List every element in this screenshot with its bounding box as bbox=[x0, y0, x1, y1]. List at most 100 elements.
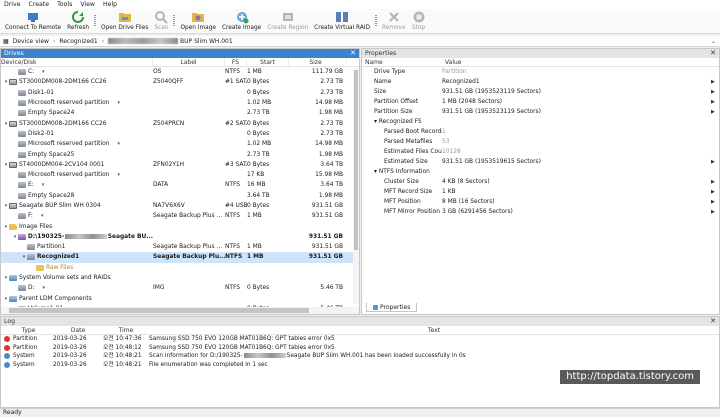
property-row[interactable]: MFT Mirror Position 3 GB (6291456 Sectors… bbox=[362, 207, 719, 217]
drives-vertical-scrollbar[interactable] bbox=[353, 68, 359, 304]
chevron-right-icon[interactable]: ▶ bbox=[711, 197, 719, 207]
property-group[interactable]: ▾ NTFS Information bbox=[362, 167, 719, 177]
drive-row[interactable]: ▾ System Volume sets and RAIDs bbox=[1, 273, 359, 283]
log-row[interactable]: System 2019-03-26 오전 10:48:21 Scan informat… bbox=[1, 352, 719, 361]
property-row[interactable]: Estimated Files Count 10128 bbox=[362, 147, 719, 157]
close-icon[interactable]: ✕ bbox=[710, 317, 716, 326]
property-row[interactable]: Drive Type Partition bbox=[362, 67, 719, 77]
properties-tab[interactable]: Properties bbox=[366, 303, 418, 312]
log-row[interactable]: System 2019-03-26 오전 10:48:21 File enumerat… bbox=[1, 361, 719, 370]
drive-row[interactable]: ▾ Recognized1 Seagate Backup Plu... NTFS 1 M… bbox=[1, 252, 359, 263]
drive-row[interactable]: Disk2-01 0 Bytes 2.73 TB bbox=[1, 129, 359, 139]
drive-name: System Volume sets and RAIDs bbox=[19, 275, 111, 282]
property-row[interactable]: Partition Offset 1 MB (2048 Sectors) ▶ bbox=[362, 97, 719, 107]
log-col-text[interactable]: Text bbox=[149, 326, 719, 334]
property-row[interactable]: Estimated Size 931.51 GB (1953519615 Sect… bbox=[362, 157, 719, 167]
chevron-down-icon[interactable]: ▾ bbox=[42, 180, 45, 190]
menu-item-tools[interactable]: Tools bbox=[53, 0, 76, 9]
chevron-down-icon[interactable]: ▾ bbox=[43, 283, 46, 293]
close-icon[interactable]: ✕ bbox=[350, 49, 356, 58]
properties-col-value[interactable]: Value bbox=[442, 58, 461, 66]
toolbar-button-connect-to-remote[interactable]: Connect To Remote bbox=[2, 9, 64, 33]
toolbar-button-refresh[interactable]: Refresh bbox=[64, 9, 92, 33]
property-group[interactable]: ▾ Recognized FS bbox=[362, 117, 719, 127]
toolbar-button-create-region[interactable]: Create Region bbox=[264, 9, 311, 33]
chevron-right-icon[interactable]: ▶ bbox=[711, 87, 719, 97]
drives-col-label[interactable]: Label bbox=[153, 58, 225, 66]
drive-row[interactable]: ▾ST3000DM008-2DM166 CC26Z504PRCN #2 SATA2… bbox=[1, 118, 359, 128]
property-row[interactable]: MFT Position 8 MB (16 Sectors) ▶ bbox=[362, 197, 719, 207]
chevron-right-icon[interactable]: ▶ bbox=[711, 157, 719, 167]
property-group-label: NTFS Information bbox=[378, 169, 430, 175]
log-col-time[interactable]: Time bbox=[103, 326, 149, 334]
log-col-date[interactable]: Date bbox=[53, 326, 103, 334]
menu-item-drive[interactable]: Drive bbox=[0, 0, 25, 9]
chevron-right-icon[interactable]: ▶ bbox=[711, 187, 719, 197]
property-row[interactable]: Name Recognized1 ▶ bbox=[362, 77, 719, 87]
property-row[interactable]: Parsed Boot Records 1 bbox=[362, 127, 719, 137]
drives-col-device-disk[interactable]: Device/Disk bbox=[1, 58, 153, 66]
drive-row[interactable]: Empty Space25 2.73 TB 1.98 MB bbox=[1, 149, 359, 159]
menu-item-create[interactable]: Create bbox=[25, 0, 54, 9]
drive-row[interactable]: Empty Space24 2.73 TB 1.98 MB bbox=[1, 108, 359, 118]
toolbar-button-label: Create Region bbox=[267, 25, 309, 31]
toolbar-button-scan[interactable]: Scan bbox=[151, 9, 171, 33]
properties-col-name[interactable]: Name bbox=[362, 58, 442, 66]
drive-row[interactable]: D: ▾ IMG NTFS 0 Bytes 5.46 TB bbox=[1, 283, 359, 293]
drives-col-start[interactable]: Start bbox=[247, 58, 289, 66]
chevron-right-icon[interactable]: ▶ bbox=[711, 77, 719, 87]
drives-col-fs[interactable]: FS bbox=[225, 58, 247, 66]
drive-row[interactable]: E: ▾ DATA NTFS 16 MB 3.64 TB bbox=[1, 180, 359, 190]
toolbar-button-create-image[interactable]: Create Image bbox=[219, 9, 264, 33]
drives-horizontal-scrollbar[interactable] bbox=[1, 307, 359, 314]
drive-row[interactable]: Raw Files bbox=[1, 263, 359, 273]
chevron-down-icon[interactable]: ⌄ bbox=[711, 38, 716, 45]
chevron-right-icon[interactable]: ▶ bbox=[711, 97, 719, 107]
drive-row[interactable]: ▾ Image Files bbox=[1, 221, 359, 231]
chevron-right-icon[interactable]: ▶ bbox=[711, 207, 719, 217]
log-row[interactable]: Partition 2019-03-26 오전 10:48:12 Samsung SS… bbox=[1, 344, 719, 353]
drive-row[interactable]: Disk1-01 0 Bytes 2.73 TB bbox=[1, 88, 359, 98]
log-col-type[interactable]: Type bbox=[1, 326, 53, 334]
drive-device-cell: Microsoft reserved partition ▾ bbox=[1, 98, 153, 108]
chevron-down-icon[interactable]: ▾ bbox=[117, 170, 120, 180]
breadcrumb-device-view[interactable]: Device view bbox=[13, 38, 49, 45]
disk-icon bbox=[9, 79, 17, 86]
toolbar-button-label: Create Image bbox=[221, 25, 262, 31]
toolbar-button-stop[interactable]: Stop bbox=[409, 9, 429, 33]
drive-row[interactable]: ▾ Seagate BUP Slim WH 0304 NA7V6X6V #4 USB … bbox=[1, 201, 359, 211]
log-row[interactable]: Partition 2019-03-26 오전 10:47:36 Samsung SS… bbox=[1, 335, 719, 344]
toolbar-button-open-drive-files[interactable]: Open Drive Files bbox=[98, 9, 151, 33]
drive-row[interactable]: ▾ST4000DM004-2CV104 0001ZFN02Y1H #3 SATA2… bbox=[1, 160, 359, 170]
chevron-right-icon[interactable]: ▶ bbox=[711, 177, 719, 187]
drive-row[interactable]: Partition1 Seagate Backup Plus ... NTFS 1 M… bbox=[1, 242, 359, 252]
drives-col-size[interactable]: Size bbox=[289, 58, 347, 66]
property-row[interactable]: MFT Record Size 1 KB ▶ bbox=[362, 187, 719, 197]
toolbar-button-open-image[interactable]: Open Image bbox=[177, 9, 218, 33]
menu-item-view[interactable]: View bbox=[76, 0, 99, 9]
breadcrumb-recognized[interactable]: Recognized1 bbox=[59, 38, 97, 45]
chevron-right-icon[interactable]: ▶ bbox=[711, 107, 719, 117]
drive-row[interactable]: Microsoft reserved partition ▾ 1.02 MB 14.9… bbox=[1, 98, 359, 108]
drive-row[interactable]: C: ▾ OS NTFS 1 MB 111.79 GB bbox=[1, 67, 359, 77]
toolbar-button-create-virtual-raid[interactable]: Create Virtual RAID bbox=[311, 9, 373, 33]
drive-row[interactable]: Empty Space28 3.64 TB 1.98 MB bbox=[1, 191, 359, 201]
chevron-down-icon[interactable]: ▾ bbox=[117, 98, 120, 108]
toolbar-button-remove[interactable]: Remove bbox=[379, 9, 409, 33]
drive-row[interactable]: F: ▾ Seagate Backup Plus ... NTFS 1 MB 931.51… bbox=[1, 211, 359, 221]
menu-item-help[interactable]: Help bbox=[99, 0, 121, 9]
drive-row[interactable]: ▾ Parent LDM Components bbox=[1, 294, 359, 304]
property-row[interactable]: Partition Size 931.51 GB (1953523119 Sect… bbox=[362, 107, 719, 117]
chevron-down-icon[interactable]: ▾ bbox=[41, 211, 44, 221]
close-icon[interactable]: ✕ bbox=[710, 49, 716, 58]
drive-row[interactable]: ▾ D:\190325- Seagate BU... 931.51 GB bbox=[1, 232, 359, 242]
chevron-down-icon[interactable]: ▾ bbox=[42, 67, 45, 77]
breadcrumb-image-tail[interactable]: BUP Slim WH.001 bbox=[180, 38, 233, 45]
drive-row[interactable]: Microsoft reserved partition ▾ 1.02 MB 14.9… bbox=[1, 139, 359, 149]
property-row[interactable]: Cluster Size 4 KB (8 Sectors) ▶ bbox=[362, 177, 719, 187]
property-row[interactable]: Parsed Metafiles 53 bbox=[362, 137, 719, 147]
property-row[interactable]: Size 931.51 GB (1953523119 Sectors) ▶ bbox=[362, 87, 719, 97]
drive-row[interactable]: Microsoft reserved partition ▾ 17 KB 15.98 … bbox=[1, 170, 359, 180]
drive-row[interactable]: ▾ST3000DM008-2DM166 CC26Z5040QFF #1 SATA2… bbox=[1, 77, 359, 87]
chevron-down-icon[interactable]: ▾ bbox=[117, 139, 120, 149]
